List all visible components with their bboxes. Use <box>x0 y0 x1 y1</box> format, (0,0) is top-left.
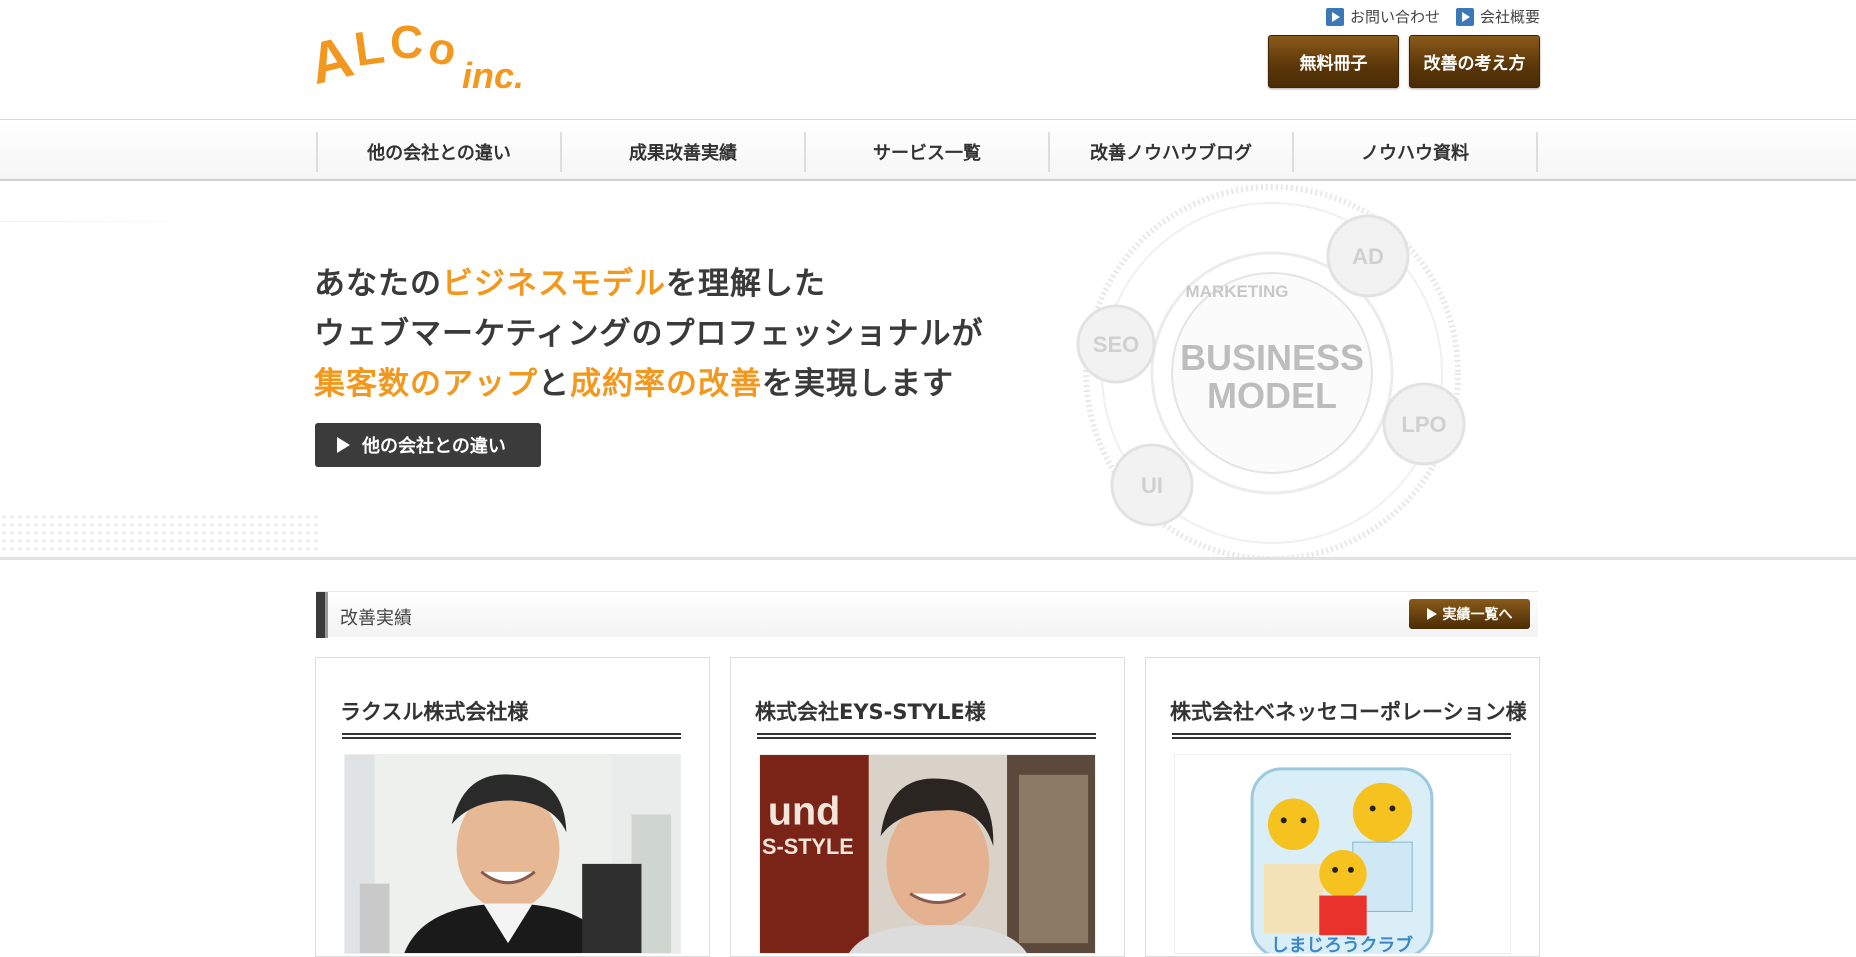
nav-item-documents[interactable]: ノウハウ資料 <box>1292 132 1538 172</box>
business-model-diagram: MARKETING BUSINESS MODEL AD SEO LPO UI <box>1076 184 1466 557</box>
contact-link-label: お問い合わせ <box>1349 8 1440 26</box>
nav-item-blog[interactable]: 改善ノウハウブログ <box>1048 132 1292 172</box>
result-card-benesse[interactable]: 株式会社ベネッセコーポレーション様 しまじろうクラブ <box>1145 657 1540 957</box>
title-underline <box>757 733 1096 739</box>
nav-item-results[interactable]: 成果改善実績 <box>560 132 804 172</box>
svg-text:inc.: inc. <box>462 55 524 93</box>
site-header: A L C o inc. お問い合わせ 会社概要 無料冊子 改善の考え方 <box>0 0 1856 119</box>
company-link[interactable]: 会社概要 <box>1455 6 1540 27</box>
difference-button-label: 他の会社との違い <box>362 436 506 457</box>
title-underline <box>342 733 681 739</box>
arrow-right-icon <box>1455 7 1474 26</box>
card-title: 株式会社ベネッセコーポレーション様 <box>1170 700 1527 724</box>
svg-text:o: o <box>425 23 460 76</box>
svg-text:MARKETING: MARKETING <box>1186 282 1289 301</box>
nav-item-services[interactable]: サービス一覧 <box>804 132 1048 172</box>
hero: あなたのビジネスモデルを理解した ウェブマーケティングのプロフェッショナルが 集… <box>0 183 1856 560</box>
all-results-label: 実績一覧へ <box>1442 607 1513 623</box>
all-results-button[interactable]: 実績一覧へ <box>1409 599 1530 629</box>
alco-logo[interactable]: A L C o inc. <box>312 18 532 93</box>
contact-link[interactable]: お問い合わせ <box>1325 6 1440 27</box>
global-nav: 他の会社との違い 成果改善実績 サービス一覧 改善ノウハウブログ ノウハウ資料 <box>0 119 1856 181</box>
results-section-title: 改善実績 <box>340 608 412 629</box>
nav-item-difference[interactable]: 他の会社との違い <box>316 132 560 172</box>
hero-headline: あなたのビジネスモデルを理解した ウェブマーケティングのプロフェッショナルが 集… <box>314 266 984 402</box>
svg-text:C: C <box>390 18 423 68</box>
svg-text:L: L <box>351 20 387 77</box>
svg-text:MODEL: MODEL <box>1207 375 1337 416</box>
section-marker <box>316 592 328 638</box>
client-photo <box>344 754 681 954</box>
arrow-right-icon <box>1325 7 1344 26</box>
svg-text:BUSINESS: BUSINESS <box>1180 337 1364 378</box>
client-photo: und S-STYLE <box>759 754 1096 954</box>
play-triangle-icon <box>337 437 350 453</box>
svg-text:AD: AD <box>1352 244 1384 269</box>
free-booklet-button[interactable]: 無料冊子 <box>1268 35 1399 88</box>
card-title: 株式会社EYS-STYLE様 <box>755 700 986 724</box>
play-triangle-icon <box>1426 608 1437 620</box>
svg-text:しまじろうクラブ: しまじろうクラブ <box>1271 934 1413 953</box>
utility-links: お問い合わせ 会社概要 <box>1325 6 1540 27</box>
results-cards: ラクスル株式会社様 株式会社EYS-STYLE様 und S-STYLE 株式会… <box>315 657 1540 957</box>
card-title: ラクスル株式会社様 <box>340 700 529 724</box>
decorative-dots <box>0 513 320 553</box>
company-link-label: 会社概要 <box>1479 8 1540 26</box>
svg-text:UI: UI <box>1141 473 1163 498</box>
client-logo-image: しまじろうクラブ <box>1174 754 1511 954</box>
cta-buttons: 無料冊子 改善の考え方 <box>1268 35 1540 88</box>
improvement-philosophy-button[interactable]: 改善の考え方 <box>1409 35 1540 88</box>
result-card-raksul[interactable]: ラクスル株式会社様 <box>315 657 710 957</box>
result-card-eys-style[interactable]: 株式会社EYS-STYLE様 und S-STYLE <box>730 657 1125 957</box>
svg-text:SEO: SEO <box>1093 332 1139 357</box>
svg-text:LPO: LPO <box>1401 412 1446 437</box>
decorative-line <box>0 221 230 222</box>
difference-button[interactable]: 他の会社との違い <box>315 423 541 467</box>
svg-text:S-STYLE: S-STYLE <box>762 834 854 859</box>
results-section-header: 改善実績 実績一覧へ <box>316 591 1538 638</box>
svg-text:und: und <box>768 789 840 833</box>
title-underline <box>1172 733 1511 739</box>
